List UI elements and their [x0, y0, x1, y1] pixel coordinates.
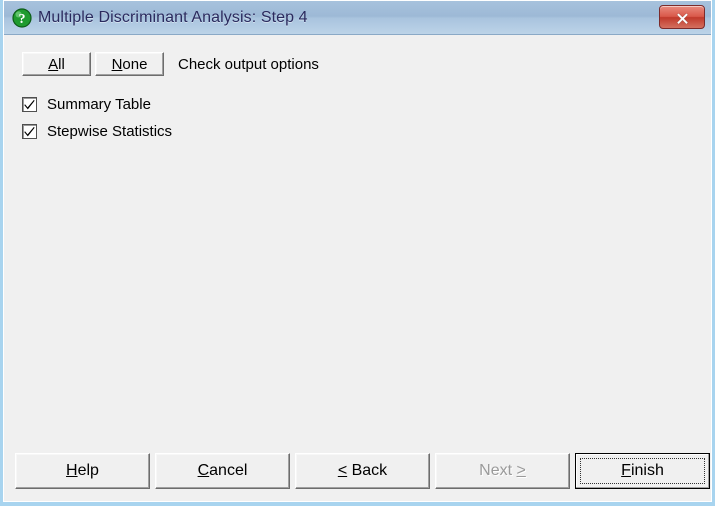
select-none-button[interactable]: None — [95, 52, 164, 76]
cancel-button-accel: C — [197, 462, 210, 479]
next-button: Next > — [435, 453, 570, 489]
option-row-stepwise-statistics[interactable]: Stepwise Statistics — [22, 118, 172, 145]
output-options-toolbar: All None Check output options — [22, 52, 319, 76]
next-button-accel: > — [516, 462, 526, 479]
option-label-summary-table: Summary Table — [47, 96, 151, 113]
question-mark-icon: ? — [12, 7, 32, 28]
instruction-label: Check output options — [178, 55, 319, 73]
select-all-button[interactable]: All — [22, 52, 91, 76]
checkbox-summary-table[interactable] — [22, 97, 37, 112]
checkbox-stepwise-statistics[interactable] — [22, 124, 37, 139]
back-button-label: Back — [347, 462, 388, 479]
svg-text:?: ? — [19, 12, 26, 27]
dialog-client-area: All None Check output options Summary Ta… — [4, 35, 711, 501]
none-button-accel: N — [111, 55, 123, 73]
dialog-window: ? Multiple Discriminant Analysis: Step 4… — [0, 0, 715, 506]
dialog-window-inner: ? Multiple Discriminant Analysis: Step 4… — [3, 0, 712, 502]
next-button-label: Next — [479, 462, 517, 479]
titlebar[interactable]: ? Multiple Discriminant Analysis: Step 4 — [4, 1, 711, 35]
option-label-stepwise-statistics: Stepwise Statistics — [47, 123, 173, 140]
all-button-label: ll — [58, 55, 65, 73]
help-button[interactable]: Help — [15, 453, 150, 489]
output-options-list: Summary Table Stepwise Statistics — [22, 91, 172, 145]
finish-button-label: inish — [630, 462, 664, 479]
window-title: Multiple Discriminant Analysis: Step 4 — [38, 8, 308, 26]
help-button-accel: H — [66, 462, 78, 479]
close-button[interactable] — [659, 5, 705, 29]
option-row-summary-table[interactable]: Summary Table — [22, 91, 172, 118]
finish-button-focus-rect: Finish — [580, 458, 705, 484]
none-button-label: one — [122, 55, 148, 73]
back-button-accel: < — [337, 462, 348, 479]
dialog-button-bar: Help Cancel < Back Next > Finish — [4, 453, 711, 489]
help-button-label: elp — [77, 462, 99, 479]
cancel-button-label: ancel — [209, 462, 248, 479]
finish-button-accel: F — [621, 462, 631, 479]
close-icon — [676, 11, 689, 24]
cancel-button[interactable]: Cancel — [155, 453, 290, 489]
all-button-accel: A — [48, 55, 59, 73]
finish-button[interactable]: Finish — [575, 453, 710, 489]
back-button[interactable]: < Back — [295, 453, 430, 489]
